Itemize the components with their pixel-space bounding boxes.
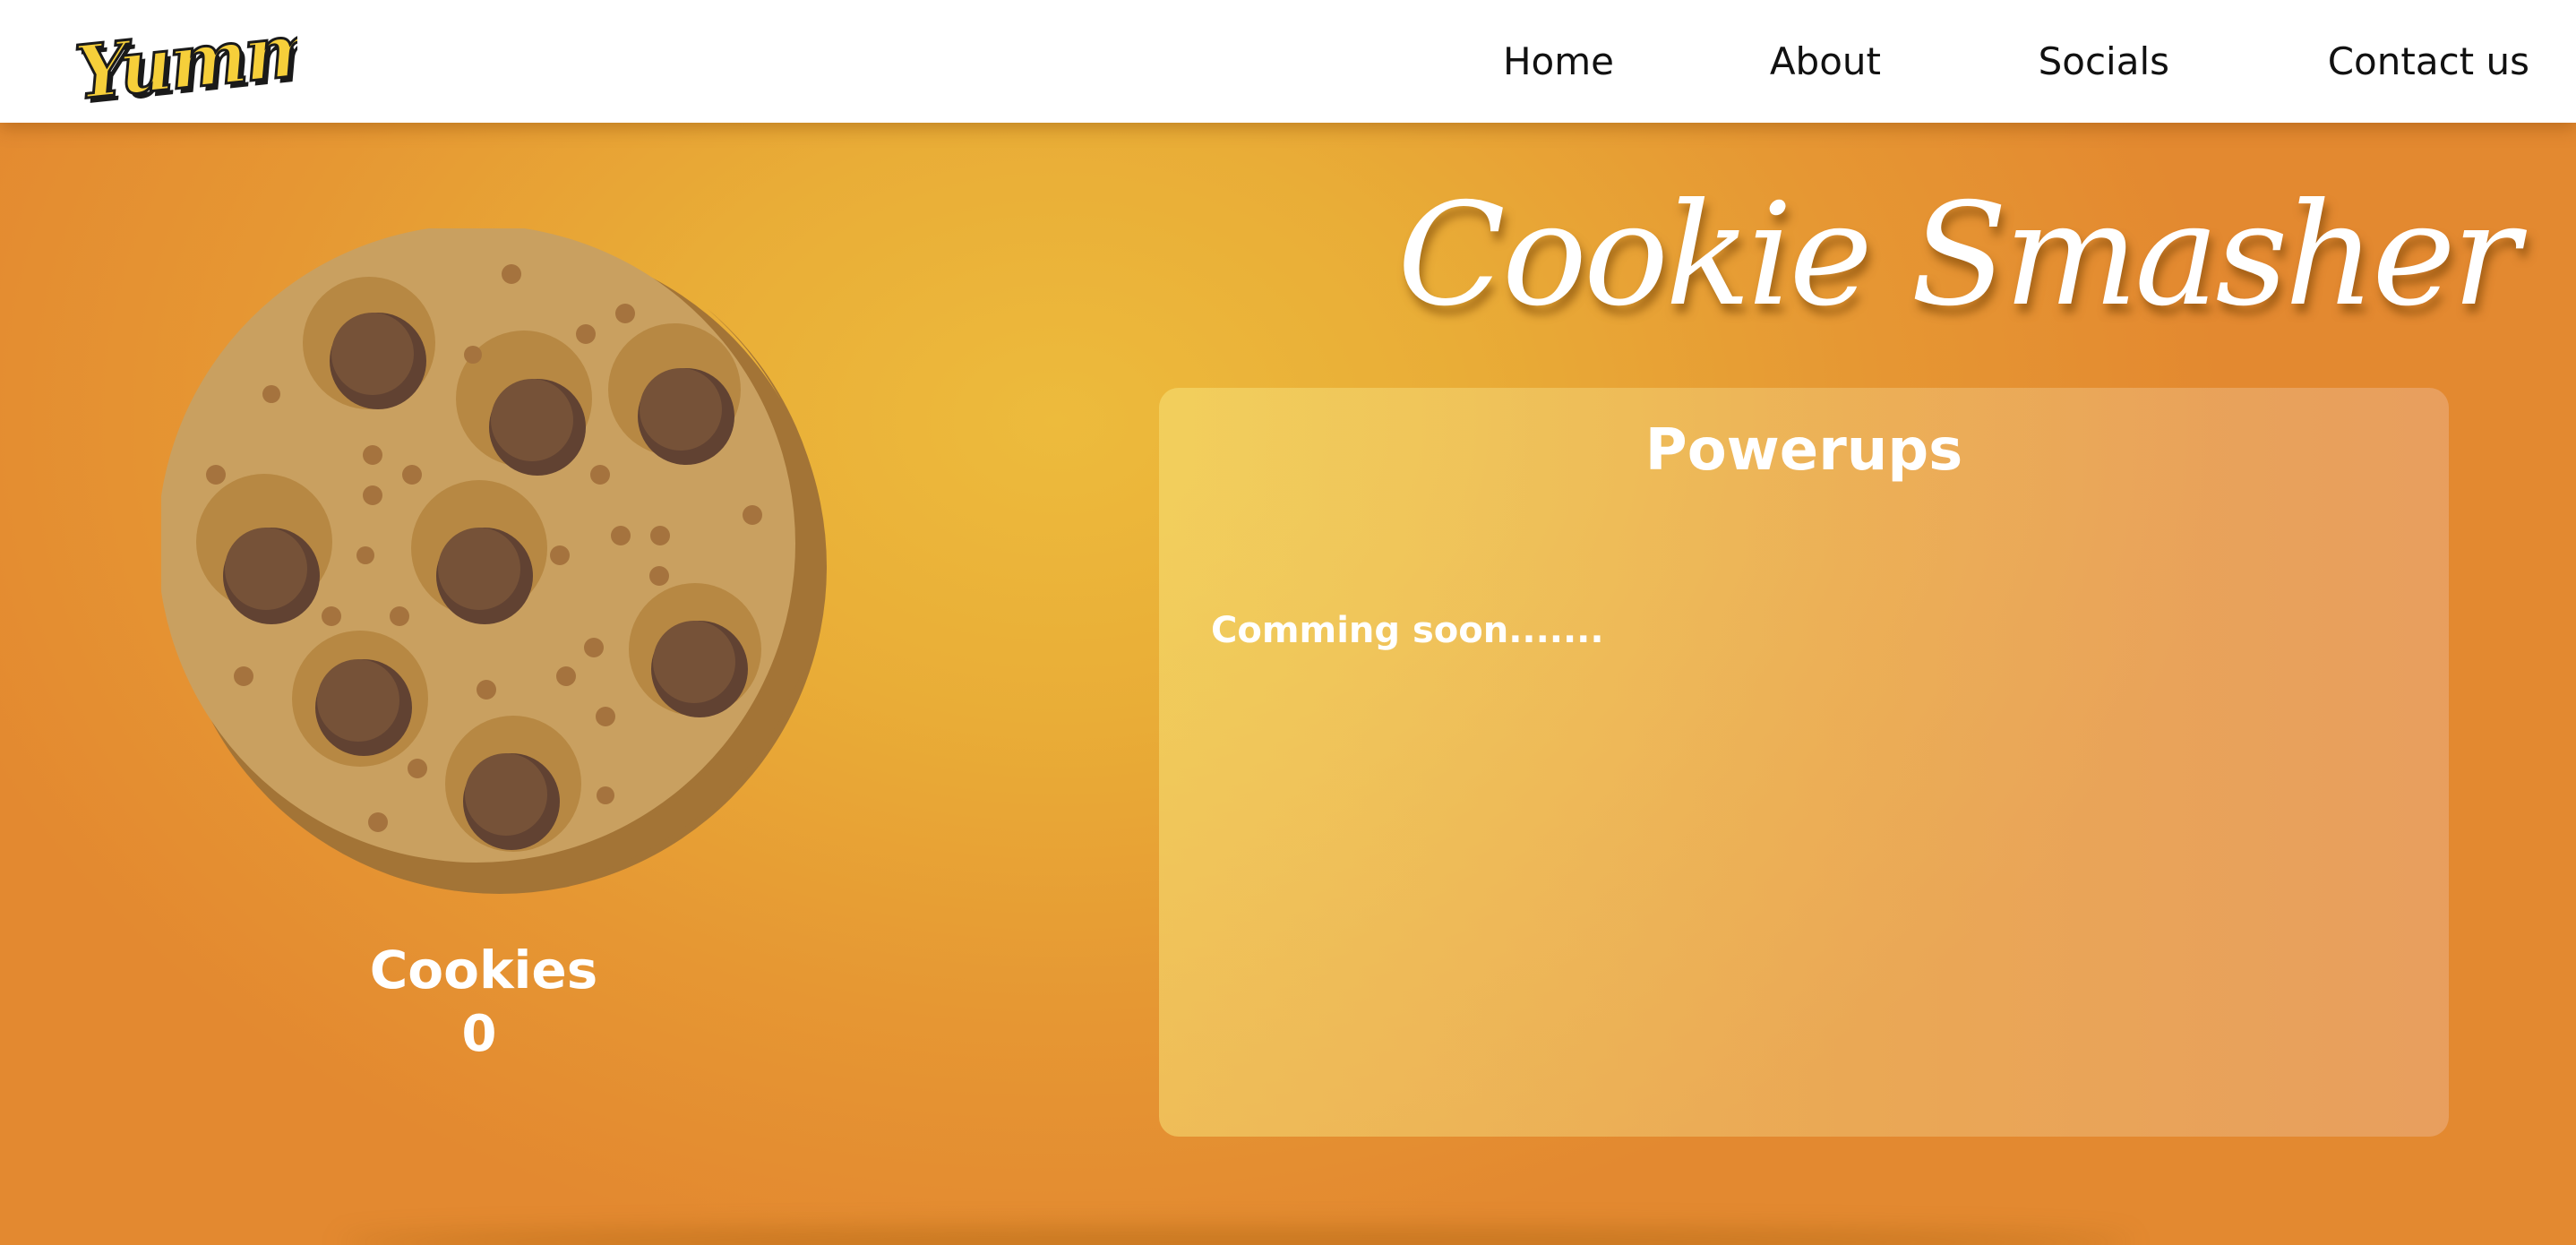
yummy-logo: Yummy! Yummy! xyxy=(70,0,396,122)
powerups-panel: Powerups Comming soon....... xyxy=(1159,388,2449,1137)
nav-contact-us[interactable]: Contact us xyxy=(2328,39,2529,83)
page: Yummy! Yummy! Home About Socials Contact… xyxy=(0,0,2576,1245)
nav-about[interactable]: About xyxy=(1770,39,1881,83)
logo-text: Yummy! xyxy=(73,7,297,113)
cookie-counter-label: Cookies xyxy=(369,940,598,1000)
cookie-button[interactable] xyxy=(161,228,833,900)
cookie-counter-value: 0 xyxy=(461,1005,497,1063)
powerups-title: Powerups xyxy=(1644,417,1963,484)
logo[interactable]: Yummy! Yummy! xyxy=(70,0,396,122)
footer-shadow xyxy=(340,1229,2132,1245)
nav-home[interactable]: Home xyxy=(1503,39,1614,83)
navbar: Yummy! Yummy! Home About Socials Contact… xyxy=(0,0,2576,123)
nav-socials[interactable]: Socials xyxy=(2039,39,2169,83)
powerups-message: Comming soon....... xyxy=(1211,610,1604,651)
cookie-icon xyxy=(161,228,827,894)
game-title: Cookie Smasher xyxy=(1397,173,2520,338)
